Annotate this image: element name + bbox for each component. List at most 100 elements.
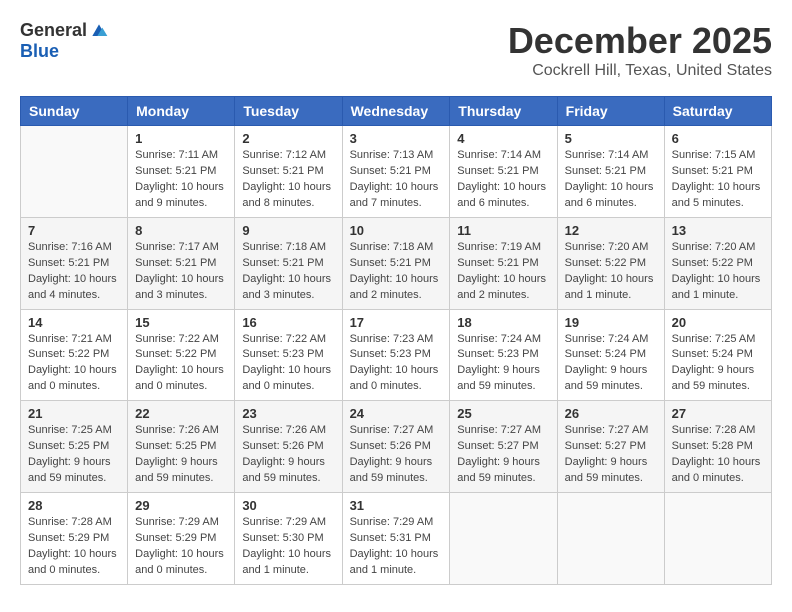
calendar-cell bbox=[664, 493, 771, 585]
day-info: Sunrise: 7:18 AM Sunset: 5:21 PM Dayligh… bbox=[242, 240, 334, 304]
calendar-cell bbox=[21, 126, 128, 218]
calendar-cell: 20Sunrise: 7:25 AM Sunset: 5:24 PM Dayli… bbox=[664, 309, 771, 401]
day-info: Sunrise: 7:29 AM Sunset: 5:30 PM Dayligh… bbox=[242, 515, 334, 579]
day-number: 11 bbox=[457, 223, 549, 238]
day-info: Sunrise: 7:14 AM Sunset: 5:21 PM Dayligh… bbox=[565, 148, 657, 212]
day-number: 18 bbox=[457, 315, 549, 330]
calendar-cell: 14 Sunrise: 7:21 AM Sunset: 5:22 PM Dayli… bbox=[21, 309, 128, 401]
calendar-table: SundayMondayTuesdayWednesdayThursdayFrid… bbox=[20, 96, 772, 585]
weekday-header-monday: Monday bbox=[128, 97, 235, 126]
day-number: 14 bbox=[28, 315, 120, 330]
day-info: Sunrise: 7:27 AM Sunset: 5:27 PM Dayligh… bbox=[457, 423, 549, 487]
day-info: Sunrise: 7:24 AM Sunset: 5:24 PM Dayligh… bbox=[565, 332, 657, 396]
day-number: 20 bbox=[672, 315, 764, 330]
day-number: 28 bbox=[28, 498, 120, 513]
day-number: 13 bbox=[672, 223, 764, 238]
day-info: Sunrise: 7:17 AM Sunset: 5:21 PM Dayligh… bbox=[135, 240, 227, 304]
day-number: 5 bbox=[565, 131, 657, 146]
day-info: Sunrise: 7:18 AM Sunset: 5:21 PM Dayligh… bbox=[350, 240, 443, 304]
calendar-cell: 7Sunrise: 7:16 AM Sunset: 5:21 PM Daylig… bbox=[21, 217, 128, 309]
day-number: 4 bbox=[457, 131, 549, 146]
day-info: Sunrise: 7:19 AM Sunset: 5:21 PM Dayligh… bbox=[457, 240, 549, 304]
day-info: Sunrise: 7:29 AM Sunset: 5:29 PM Dayligh… bbox=[135, 515, 227, 579]
day-number: 26 bbox=[565, 406, 657, 421]
calendar-week-row: 14 Sunrise: 7:21 AM Sunset: 5:22 PM Dayli… bbox=[21, 309, 772, 401]
calendar-cell: 23 Sunrise: 7:26 AM Sunset: 5:26 PM Dayli… bbox=[235, 401, 342, 493]
weekday-header-saturday: Saturday bbox=[664, 97, 771, 126]
title-block: December 2025 Cockrell Hill, Texas, Unit… bbox=[508, 20, 772, 80]
calendar-cell: 25 Sunrise: 7:27 AM Sunset: 5:27 PM Dayli… bbox=[450, 401, 557, 493]
calendar-cell: 30 Sunrise: 7:29 AM Sunset: 5:30 PM Dayli… bbox=[235, 493, 342, 585]
day-info: Sunrise: 7:22 AM Sunset: 5:23 PM Dayligh… bbox=[242, 332, 334, 396]
day-number: 22 bbox=[135, 406, 227, 421]
calendar-cell: 21Sunrise: 7:25 AM Sunset: 5:25 PM Dayli… bbox=[21, 401, 128, 493]
calendar-cell: 18Sunrise: 7:24 AM Sunset: 5:23 PM Dayli… bbox=[450, 309, 557, 401]
calendar-cell: 10 Sunrise: 7:18 AM Sunset: 5:21 PM Dayli… bbox=[342, 217, 450, 309]
calendar-cell: 24Sunrise: 7:27 AM Sunset: 5:26 PM Dayli… bbox=[342, 401, 450, 493]
day-info: Sunrise: 7:20 AM Sunset: 5:22 PM Dayligh… bbox=[672, 240, 764, 304]
calendar-cell: 13 Sunrise: 7:20 AM Sunset: 5:22 PM Dayli… bbox=[664, 217, 771, 309]
calendar-cell: 5 Sunrise: 7:14 AM Sunset: 5:21 PM Daylig… bbox=[557, 126, 664, 218]
calendar-cell: 17 Sunrise: 7:23 AM Sunset: 5:23 PM Dayli… bbox=[342, 309, 450, 401]
day-info: Sunrise: 7:26 AM Sunset: 5:25 PM Dayligh… bbox=[135, 423, 227, 487]
page-header: General Blue December 2025 Cockrell Hill… bbox=[20, 20, 772, 80]
day-number: 2 bbox=[242, 131, 334, 146]
day-number: 17 bbox=[350, 315, 443, 330]
day-info: Sunrise: 7:28 AM Sunset: 5:28 PM Dayligh… bbox=[672, 423, 764, 487]
day-info: Sunrise: 7:16 AM Sunset: 5:21 PM Dayligh… bbox=[28, 240, 120, 304]
calendar-cell bbox=[557, 493, 664, 585]
day-number: 10 bbox=[350, 223, 443, 238]
day-number: 25 bbox=[457, 406, 549, 421]
day-number: 9 bbox=[242, 223, 334, 238]
calendar-cell: 2 Sunrise: 7:12 AM Sunset: 5:21 PM Daylig… bbox=[235, 126, 342, 218]
day-number: 30 bbox=[242, 498, 334, 513]
weekday-header-row: SundayMondayTuesdayWednesdayThursdayFrid… bbox=[21, 97, 772, 126]
day-info: Sunrise: 7:12 AM Sunset: 5:21 PM Dayligh… bbox=[242, 148, 334, 212]
day-number: 23 bbox=[242, 406, 334, 421]
day-number: 3 bbox=[350, 131, 443, 146]
calendar-cell: 26Sunrise: 7:27 AM Sunset: 5:27 PM Dayli… bbox=[557, 401, 664, 493]
day-number: 29 bbox=[135, 498, 227, 513]
weekday-header-friday: Friday bbox=[557, 97, 664, 126]
day-number: 15 bbox=[135, 315, 227, 330]
day-number: 24 bbox=[350, 406, 443, 421]
weekday-header-tuesday: Tuesday bbox=[235, 97, 342, 126]
location-text: Cockrell Hill, Texas, United States bbox=[508, 62, 772, 80]
calendar-cell: 3Sunrise: 7:13 AM Sunset: 5:21 PM Daylig… bbox=[342, 126, 450, 218]
day-info: Sunrise: 7:28 AM Sunset: 5:29 PM Dayligh… bbox=[28, 515, 120, 579]
calendar-cell: 9 Sunrise: 7:18 AM Sunset: 5:21 PM Daylig… bbox=[235, 217, 342, 309]
day-info: Sunrise: 7:14 AM Sunset: 5:21 PM Dayligh… bbox=[457, 148, 549, 212]
day-info: Sunrise: 7:11 AM Sunset: 5:21 PM Dayligh… bbox=[135, 148, 227, 212]
calendar-week-row: 7Sunrise: 7:16 AM Sunset: 5:21 PM Daylig… bbox=[21, 217, 772, 309]
day-info: Sunrise: 7:26 AM Sunset: 5:26 PM Dayligh… bbox=[242, 423, 334, 487]
logo-icon bbox=[89, 21, 109, 41]
calendar-cell: 15 Sunrise: 7:22 AM Sunset: 5:22 PM Dayli… bbox=[128, 309, 235, 401]
calendar-cell: 28 Sunrise: 7:28 AM Sunset: 5:29 PM Dayli… bbox=[21, 493, 128, 585]
calendar-cell: 1 Sunrise: 7:11 AM Sunset: 5:21 PM Daylig… bbox=[128, 126, 235, 218]
day-info: Sunrise: 7:25 AM Sunset: 5:25 PM Dayligh… bbox=[28, 423, 120, 487]
weekday-header-sunday: Sunday bbox=[21, 97, 128, 126]
logo: General Blue bbox=[20, 20, 109, 62]
day-info: Sunrise: 7:20 AM Sunset: 5:22 PM Dayligh… bbox=[565, 240, 657, 304]
day-info: Sunrise: 7:23 AM Sunset: 5:23 PM Dayligh… bbox=[350, 332, 443, 396]
day-number: 8 bbox=[135, 223, 227, 238]
calendar-week-row: 21Sunrise: 7:25 AM Sunset: 5:25 PM Dayli… bbox=[21, 401, 772, 493]
day-info: Sunrise: 7:22 AM Sunset: 5:22 PM Dayligh… bbox=[135, 332, 227, 396]
day-number: 16 bbox=[242, 315, 334, 330]
calendar-cell: 6 Sunrise: 7:15 AM Sunset: 5:21 PM Daylig… bbox=[664, 126, 771, 218]
calendar-cell: 31Sunrise: 7:29 AM Sunset: 5:31 PM Dayli… bbox=[342, 493, 450, 585]
day-info: Sunrise: 7:21 AM Sunset: 5:22 PM Dayligh… bbox=[28, 332, 120, 396]
logo-general-text: General bbox=[20, 20, 87, 41]
day-info: Sunrise: 7:15 AM Sunset: 5:21 PM Dayligh… bbox=[672, 148, 764, 212]
calendar-cell: 8 Sunrise: 7:17 AM Sunset: 5:21 PM Daylig… bbox=[128, 217, 235, 309]
day-number: 6 bbox=[672, 131, 764, 146]
day-number: 31 bbox=[350, 498, 443, 513]
calendar-cell bbox=[450, 493, 557, 585]
day-number: 1 bbox=[135, 131, 227, 146]
day-number: 19 bbox=[565, 315, 657, 330]
calendar-cell: 16 Sunrise: 7:22 AM Sunset: 5:23 PM Dayli… bbox=[235, 309, 342, 401]
calendar-cell: 29 Sunrise: 7:29 AM Sunset: 5:29 PM Dayli… bbox=[128, 493, 235, 585]
day-number: 27 bbox=[672, 406, 764, 421]
weekday-header-wednesday: Wednesday bbox=[342, 97, 450, 126]
logo-blue-text: Blue bbox=[20, 41, 59, 62]
